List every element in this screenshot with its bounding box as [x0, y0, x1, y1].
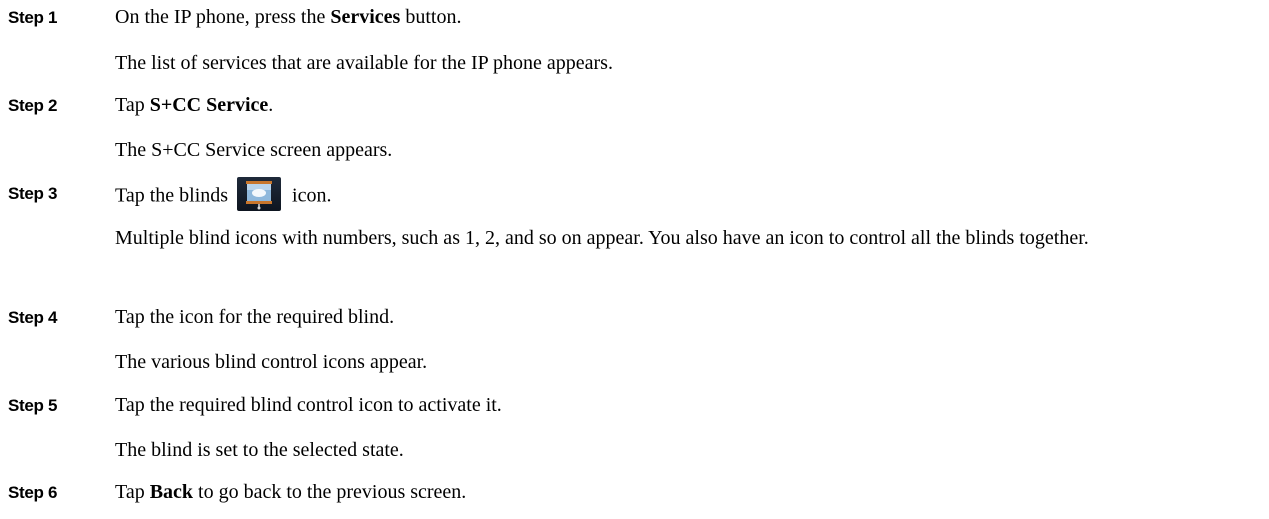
step-result: The list of services that are available …	[115, 52, 613, 74]
step-result: The various blind control icons appear.	[115, 351, 428, 373]
step-instruction: Tap S+CC Service.	[115, 92, 273, 119]
step-result: Multiple blind icons with numbers, such …	[115, 227, 1089, 249]
instruction-text: Tap	[115, 481, 150, 503]
instruction-text: button.	[400, 6, 462, 28]
instruction-text: .	[268, 94, 274, 116]
step-result: The S+CC Service screen appears.	[115, 139, 393, 161]
step-instruction: On the IP phone, press the Services butt…	[115, 4, 461, 31]
step-label: Step 4	[8, 308, 58, 327]
instruction-text: icon.	[287, 184, 332, 207]
blinds-icon	[237, 177, 282, 211]
ui-term: S+CC Service	[149, 94, 269, 116]
step-result: The blind is set to the selected state.	[115, 439, 404, 461]
ui-term: Back	[149, 481, 194, 503]
instruction-text: Tap the blinds	[115, 184, 234, 207]
step-instruction: Tap the required blind control icon to a…	[115, 394, 502, 416]
step-instruction: Tap Back to go back to the previous scre…	[115, 479, 466, 506]
ui-term: Services	[330, 6, 401, 28]
step-instruction: Tap the icon for the required blind.	[115, 306, 395, 328]
step-label: Step 5	[8, 396, 58, 415]
step-label: Step 6	[8, 483, 58, 502]
step-label: Step 3	[8, 184, 58, 203]
step-label: Step 2	[8, 96, 58, 115]
step-label: Step 1	[8, 8, 58, 27]
instruction-text: Tap	[115, 94, 150, 116]
step-instruction: Tap the blinds icon.	[115, 177, 332, 214]
instruction-text: On the IP phone, press the	[115, 6, 331, 28]
instruction-text: to go back to the previous screen.	[193, 481, 467, 503]
